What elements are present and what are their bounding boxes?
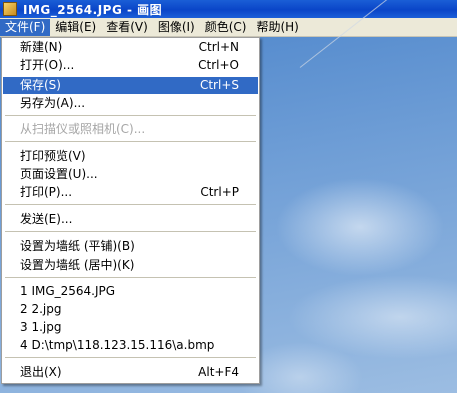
menu-item-label: 打印预览(V) bbox=[20, 149, 86, 163]
menu-item-label: 从扫描仪或照相机(C)... bbox=[20, 122, 146, 136]
menu-item-label: 打开(O)... bbox=[20, 58, 75, 72]
menu-item-label: 2 2.jpg bbox=[20, 302, 62, 316]
menu-item-page-setup[interactable]: 页面设置(U)... bbox=[3, 166, 258, 183]
menu-item-save[interactable]: 保存(S) Ctrl+S bbox=[3, 77, 258, 94]
recent-file-1[interactable]: 1 IMG_2564.JPG bbox=[3, 283, 258, 300]
menu-item-label: 4 D:\tmp\118.123.15.116\a.bmp bbox=[20, 338, 215, 352]
recent-file-4[interactable]: 4 D:\tmp\118.123.15.116\a.bmp bbox=[3, 337, 258, 354]
menu-file[interactable]: 文件(F) bbox=[0, 18, 51, 36]
menu-separator bbox=[5, 231, 256, 232]
paint-app-icon bbox=[3, 2, 17, 16]
menu-item-shortcut: Ctrl+O bbox=[198, 58, 239, 72]
recent-file-3[interactable]: 3 1.jpg bbox=[3, 319, 258, 336]
menu-item-exit[interactable]: 退出(X) Alt+F4 bbox=[3, 364, 258, 381]
menu-item-wallpaper-center[interactable]: 设置为墙纸 (居中)(K) bbox=[3, 257, 258, 274]
menu-separator bbox=[5, 141, 256, 142]
menu-item-label: 设置为墙纸 (平铺)(B) bbox=[20, 239, 135, 253]
menu-item-label: 新建(N) bbox=[20, 40, 63, 54]
menu-item-print-preview[interactable]: 打印预览(V) bbox=[3, 148, 258, 165]
menu-item-label: 页面设置(U)... bbox=[20, 167, 98, 181]
menu-separator bbox=[5, 357, 256, 358]
menu-separator bbox=[5, 204, 256, 205]
menu-item-print[interactable]: 打印(P)... Ctrl+P bbox=[3, 184, 258, 201]
menu-item-label: 设置为墙纸 (居中)(K) bbox=[20, 258, 135, 272]
menu-item-label: 发送(E)... bbox=[20, 212, 73, 226]
menu-item-shortcut: Alt+F4 bbox=[198, 365, 239, 379]
recent-file-2[interactable]: 2 2.jpg bbox=[3, 301, 258, 318]
menu-item-label: 3 1.jpg bbox=[20, 320, 62, 334]
menu-item-label: 退出(X) bbox=[20, 365, 62, 379]
title-bar: IMG_2564.JPG - 画图 bbox=[0, 0, 457, 18]
menu-item-from-scanner: 从扫描仪或照相机(C)... bbox=[3, 121, 258, 138]
menu-item-open[interactable]: 打开(O)... Ctrl+O bbox=[3, 57, 258, 74]
menu-item-shortcut: Ctrl+P bbox=[200, 185, 239, 199]
menu-image[interactable]: 图像(I) bbox=[153, 19, 200, 36]
menu-item-new[interactable]: 新建(N) Ctrl+N bbox=[3, 39, 258, 56]
menu-help[interactable]: 帮助(H) bbox=[251, 19, 303, 36]
menu-item-shortcut: Ctrl+S bbox=[199, 78, 239, 92]
menu-item-shortcut: Ctrl+N bbox=[198, 40, 239, 54]
window-title: IMG_2564.JPG - 画图 bbox=[23, 2, 163, 17]
menu-item-label: 打印(P)... bbox=[20, 185, 73, 199]
menu-separator bbox=[5, 277, 256, 278]
menu-item-save-as[interactable]: 另存为(A)... bbox=[3, 95, 258, 112]
menu-item-label: 另存为(A)... bbox=[20, 96, 86, 110]
menu-item-wallpaper-tile[interactable]: 设置为墙纸 (平铺)(B) bbox=[3, 238, 258, 255]
menu-colors[interactable]: 颜色(C) bbox=[200, 19, 252, 36]
menu-edit[interactable]: 编辑(E) bbox=[50, 19, 101, 36]
menu-view[interactable]: 查看(V) bbox=[101, 19, 153, 36]
menu-item-label: 保存(S) bbox=[20, 78, 61, 92]
file-menu-dropdown: 新建(N) Ctrl+N 打开(O)... Ctrl+O 保存(S) Ctrl+… bbox=[1, 37, 260, 384]
menu-item-send[interactable]: 发送(E)... bbox=[3, 211, 258, 228]
menu-separator bbox=[5, 115, 256, 116]
menu-item-label: 1 IMG_2564.JPG bbox=[20, 284, 116, 298]
menu-bar: 文件(F) 编辑(E) 查看(V) 图像(I) 颜色(C) 帮助(H) bbox=[0, 18, 457, 37]
